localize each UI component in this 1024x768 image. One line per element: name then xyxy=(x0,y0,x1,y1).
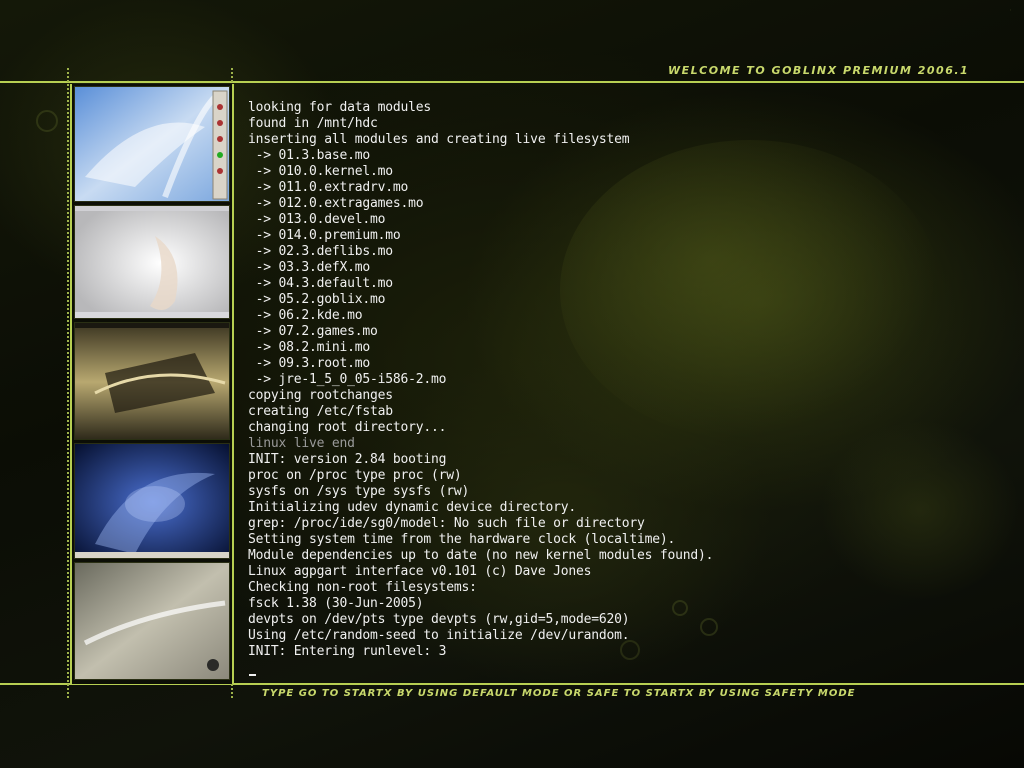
console-line: -> 01.3.base.mo xyxy=(248,148,371,163)
welcome-banner: WELCOME TO GOBLINX PREMIUM 2006.1 xyxy=(668,64,970,77)
console-line: -> 09.3.root.mo xyxy=(248,356,371,371)
thumbnail-blue-desktop xyxy=(74,86,230,202)
corner-watermark: · xyxy=(1009,6,1012,16)
console-line: -> 014.0.premium.mo xyxy=(248,228,401,243)
console-line: fsck 1.38 (30-Jun-2005) xyxy=(248,596,424,611)
console-line: -> 08.2.mini.mo xyxy=(248,340,371,355)
top-rule xyxy=(0,81,1024,83)
console-line: looking for data modules xyxy=(248,100,432,115)
console-line: -> 04.3.default.mo xyxy=(248,276,393,291)
console-line: -> 02.3.deflibs.mo xyxy=(248,244,393,259)
console-line: Module dependencies up to date (no new k… xyxy=(248,548,714,563)
console-line: -> 013.0.devel.mo xyxy=(248,212,386,227)
console-line: linux live end xyxy=(248,436,355,451)
console-line: found in /mnt/hdc xyxy=(248,116,378,131)
bg-swirl xyxy=(820,420,1020,600)
console-line: grep: /proc/ide/sg0/model: No such file … xyxy=(248,516,645,531)
console-line: Initializing udev dynamic device directo… xyxy=(248,500,576,515)
console-line: -> 05.2.goblix.mo xyxy=(248,292,386,307)
console-line: -> 06.2.kde.mo xyxy=(248,308,363,323)
console-line: Checking non-root filesystems: xyxy=(248,580,477,595)
console-line: INIT: Entering runlevel: 3 xyxy=(248,644,447,659)
console-line: -> 012.0.extragames.mo xyxy=(248,196,424,211)
bg-ring xyxy=(36,110,58,132)
console-line: copying rootchanges xyxy=(248,388,393,403)
console-line: inserting all modules and creating live … xyxy=(248,132,630,147)
console-line: proc on /proc type proc (rw) xyxy=(248,468,462,483)
thumbnail-white-desktop xyxy=(74,205,230,319)
console-line: -> 03.3.defX.mo xyxy=(248,260,371,275)
console-line: creating /etc/fstab xyxy=(248,404,393,419)
left-dotted-guide xyxy=(67,68,69,698)
console-line: -> jre-1_5_0_05-i586-2.mo xyxy=(248,372,447,387)
boot-hint-banner: TYPE GO TO STARTX BY USING DEFAULT MODE … xyxy=(262,688,856,699)
console-line: -> 011.0.extradrv.mo xyxy=(248,180,409,195)
console-line: Using /etc/random-seed to initialize /de… xyxy=(248,628,630,643)
thumbnail-gold-desktop xyxy=(74,322,230,440)
console-line: INIT: version 2.84 booting xyxy=(248,452,447,467)
thumbnail-grey-desktop xyxy=(74,562,230,680)
terminal-cursor xyxy=(249,674,256,676)
thumbnail-dark-blue-desktop xyxy=(74,443,230,559)
screenshot-thumbnails xyxy=(70,84,234,684)
console-line: Setting system time from the hardware cl… xyxy=(248,532,676,547)
boot-console-output: looking for data modules found in /mnt/hd… xyxy=(248,100,713,660)
console-line: changing root directory... xyxy=(248,420,447,435)
console-line: sysfs on /sys type sysfs (rw) xyxy=(248,484,470,499)
console-line: -> 07.2.games.mo xyxy=(248,324,378,339)
console-line: devpts on /dev/pts type devpts (rw,gid=5… xyxy=(248,612,630,627)
console-line: Linux agpgart interface v0.101 (c) Dave … xyxy=(248,564,592,579)
console-line: -> 010.0.kernel.mo xyxy=(248,164,393,179)
